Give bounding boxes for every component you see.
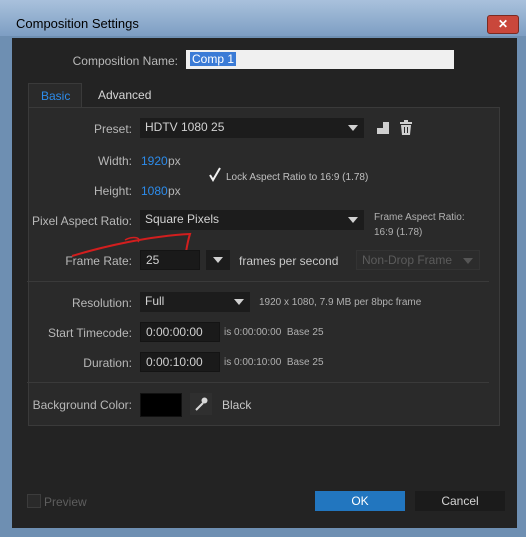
duration-field[interactable]: 0:00:10:00 — [140, 352, 220, 372]
ok-button[interactable]: OK — [315, 491, 405, 511]
background-color-name: Black — [222, 398, 252, 412]
start-timecode-label: Start Timecode: — [47, 326, 132, 340]
chevron-down-icon — [213, 257, 223, 263]
save-preset-icon[interactable] — [376, 121, 390, 135]
frame-rate-value: 25 — [146, 253, 160, 267]
frame-rate-field[interactable]: 25 — [140, 250, 200, 270]
duration-value: 0:00:10:00 — [146, 355, 203, 369]
height-label: Height: — [93, 184, 132, 198]
composition-name-value: Comp 1 — [190, 52, 237, 66]
chevron-down-icon — [234, 299, 244, 305]
drop-frame-dropdown: Non-Drop Frame — [356, 250, 480, 270]
tab-advanced-label: Advanced — [98, 88, 152, 102]
composition-name-label: Composition Name: — [72, 54, 178, 68]
composition-name-field[interactable]: Comp 1 — [186, 50, 454, 69]
eyedropper-icon — [195, 397, 208, 411]
resolution-info: 1920 x 1080, 7.9 MB per 8bpc frame — [259, 297, 422, 308]
pixel-aspect-label: Pixel Aspect Ratio: — [31, 214, 132, 228]
background-color-label: Background Color: — [32, 398, 132, 412]
frame-aspect-value: 16:9 (1.78) — [374, 227, 423, 238]
start-timecode-info: is 0:00:00:00 Base 25 — [224, 327, 324, 338]
title-bar: Composition Settings ✕ — [0, 0, 526, 36]
frame-rate-unit: frames per second — [239, 254, 339, 268]
preview-checkbox[interactable] — [27, 494, 41, 508]
tab-advanced[interactable]: Advanced — [84, 83, 160, 108]
tab-basic-label: Basic — [41, 89, 71, 103]
width-unit: px — [168, 154, 181, 168]
close-button[interactable]: ✕ — [487, 15, 519, 34]
cancel-button[interactable]: Cancel — [415, 491, 505, 511]
preview-label: Preview — [44, 495, 87, 509]
chevron-down-icon — [348, 125, 358, 131]
pixel-aspect-value: Square Pixels — [145, 212, 220, 226]
lock-aspect-checkbox[interactable] — [208, 167, 222, 183]
width-value[interactable]: 1920 — [141, 154, 168, 168]
height-value[interactable]: 1080 — [141, 184, 168, 198]
start-timecode-field[interactable]: 0:00:00:00 — [140, 322, 220, 342]
height-unit: px — [168, 184, 181, 198]
lock-aspect-label: Lock Aspect Ratio to 16:9 (1.78) — [226, 172, 369, 183]
resolution-value: Full — [145, 294, 165, 308]
tab-basic[interactable]: Basic — [28, 83, 82, 108]
chevron-down-icon — [348, 217, 358, 223]
frame-rate-dropdown[interactable] — [206, 250, 230, 270]
resolution-dropdown[interactable]: Full — [140, 292, 250, 312]
window-title: Composition Settings — [16, 16, 139, 31]
start-timecode-value: 0:00:00:00 — [146, 325, 203, 339]
eyedropper-button[interactable] — [190, 393, 212, 415]
checkmark-icon — [209, 167, 221, 182]
divider — [27, 281, 489, 282]
duration-label: Duration: — [83, 356, 132, 370]
preset-dropdown[interactable]: HDTV 1080 25 — [140, 118, 364, 138]
background-color-swatch[interactable] — [140, 393, 182, 417]
frame-rate-label: Frame Rate: — [65, 254, 132, 268]
chevron-down-icon — [463, 258, 473, 264]
resolution-label: Resolution: — [71, 296, 132, 310]
pixel-aspect-dropdown[interactable]: Square Pixels — [140, 210, 364, 230]
frame-aspect-label: Frame Aspect Ratio: — [374, 212, 465, 223]
preset-value: HDTV 1080 25 — [145, 120, 225, 134]
duration-info: is 0:00:10:00 Base 25 — [224, 357, 324, 368]
divider — [27, 382, 489, 383]
width-label: Width: — [97, 154, 132, 168]
drop-frame-value: Non-Drop Frame — [362, 253, 453, 267]
preset-label: Preset: — [93, 122, 132, 136]
trash-icon[interactable] — [399, 120, 413, 136]
